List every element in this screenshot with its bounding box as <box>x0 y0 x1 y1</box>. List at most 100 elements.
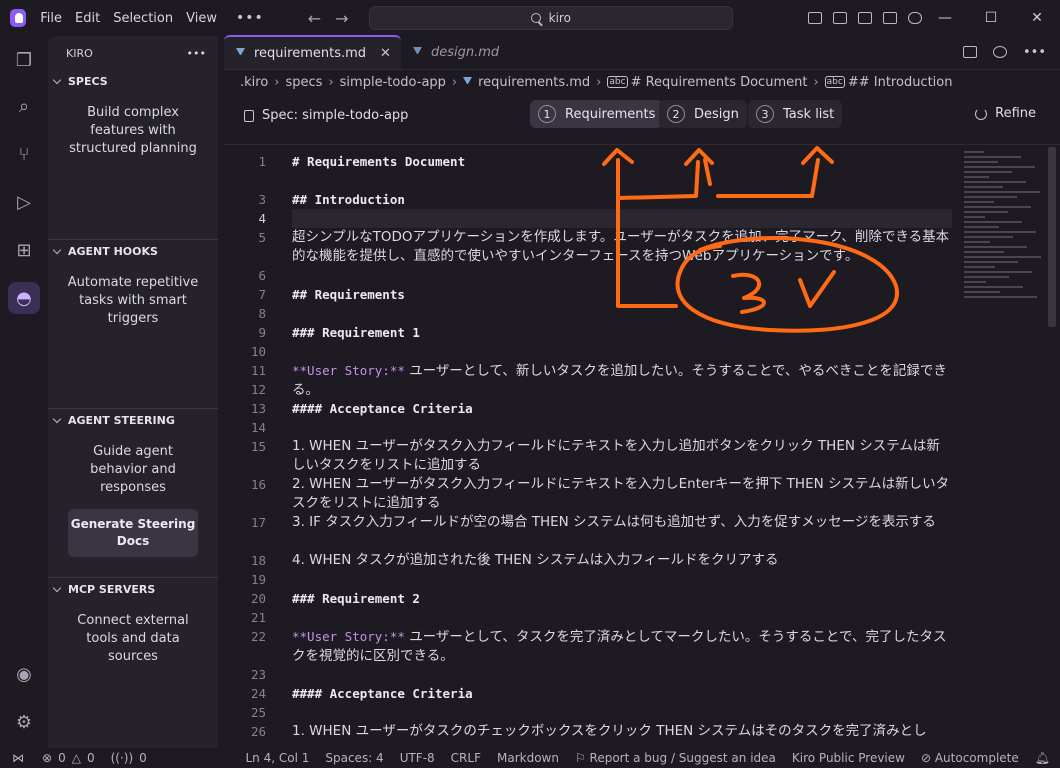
close-icon[interactable]: ✕ <box>380 46 391 61</box>
search-activity-icon[interactable]: ⌕ <box>12 94 36 118</box>
settings-gear-icon[interactable]: ⚙ <box>12 710 36 734</box>
window-controls: — ☐ ✕ <box>922 10 1060 26</box>
breadcrumb-item[interactable]: specs <box>286 75 323 90</box>
toggle-sidebar-icon[interactable] <box>833 12 847 24</box>
cursor-position[interactable]: Ln 4, Col 1 <box>246 751 310 765</box>
tab-requirements[interactable]: requirements.md ✕ <box>224 35 401 69</box>
source-control-icon[interactable]: ⑂ <box>12 142 36 166</box>
autocomplete-toggle[interactable]: ⊘ Autocomplete <box>921 751 1019 765</box>
line-number: 18 <box>250 553 266 568</box>
specs-section-header[interactable]: SPECS <box>48 70 218 92</box>
line-endings[interactable]: CRLF <box>451 751 481 765</box>
report-bug-link[interactable]: ⚐ Report a bug / Suggest an idea <box>575 751 776 765</box>
chat-icon[interactable] <box>908 12 922 24</box>
agent-hooks-section-header[interactable]: AGENT HOOKS <box>48 240 218 262</box>
maximize-button[interactable]: ☐ <box>968 10 1014 26</box>
toggle-panel-icon[interactable] <box>858 12 872 24</box>
code-line[interactable]: 18 4. WHEN タスクが追加された後 THEN システムは入力フィールドをク… <box>224 551 954 570</box>
command-center-search[interactable]: kiro <box>368 6 733 30</box>
warning-icon[interactable]: △ <box>72 751 81 765</box>
code-line[interactable] <box>224 171 954 190</box>
mcp-servers-description: Connect external tools and data sources <box>77 613 189 664</box>
code-line[interactable]: 12 <box>224 380 954 399</box>
breadcrumb: .kiro › specs › simple-todo-app › requireme… <box>240 74 953 90</box>
phase-tab-requirements[interactable]: 1 Requirements <box>530 100 664 128</box>
breadcrumb-item[interactable]: .kiro <box>240 75 268 90</box>
breadcrumb-item[interactable]: ## Introduction <box>848 75 953 90</box>
code-line-current[interactable]: 4 <box>224 209 954 228</box>
vertical-scrollbar[interactable] <box>1048 147 1056 327</box>
code-line[interactable]: 17 3. IF タスク入力フィールドが空の場合 THEN システムは何も追加せず… <box>224 513 954 551</box>
code-line[interactable]: 22 **User Story:** ユーザーとして、タスクを完了済みとしてマーク… <box>224 627 954 665</box>
notifications-icon[interactable]: 🔔︎ <box>1035 751 1050 765</box>
code-line[interactable]: 13 #### Acceptance Criteria <box>224 399 954 418</box>
code-line[interactable]: 14 <box>224 418 954 437</box>
menu-file[interactable]: File <box>40 11 62 26</box>
minimize-button[interactable]: — <box>922 10 968 26</box>
kiro-preview-label[interactable]: Kiro Public Preview <box>792 751 905 765</box>
refresh-icon <box>975 107 988 120</box>
more-actions-icon[interactable]: ••• <box>1023 45 1046 60</box>
phase-tab-design[interactable]: 2 Design <box>659 100 747 128</box>
code-line[interactable]: 3 ## Introduction <box>224 190 954 209</box>
code-editor[interactable]: 1 # Requirements Document 3 ## Introduction… <box>224 144 1060 748</box>
extensions-icon[interactable]: ⊞ <box>12 238 36 262</box>
menu-selection[interactable]: Selection <box>113 11 173 26</box>
code-line[interactable]: 19 <box>224 570 954 589</box>
indentation[interactable]: Spaces: 4 <box>325 751 383 765</box>
close-window-button[interactable]: ✕ <box>1014 10 1060 26</box>
breadcrumb-item[interactable]: # Requirements Document <box>631 75 808 90</box>
menu-view[interactable]: View <box>186 11 217 26</box>
forward-arrow-icon[interactable]: → <box>335 9 348 28</box>
code-line[interactable]: 7 ## Requirements <box>224 285 954 304</box>
mcp-servers-section-header[interactable]: MCP SERVERS <box>48 578 218 600</box>
code-line[interactable]: 16 2. WHEN ユーザーがタスク入力フィールドにテキストを入力しEnterキ… <box>224 475 954 513</box>
language-mode[interactable]: Markdown <box>497 751 559 765</box>
code-line[interactable]: 20 ### Requirement 2 <box>224 589 954 608</box>
breadcrumb-item[interactable]: simple-todo-app <box>340 75 446 90</box>
account-icon[interactable]: ◉ <box>12 662 36 686</box>
sidebar-more-icon[interactable]: ••• <box>187 47 206 60</box>
phase-tab-task-list[interactable]: 3 Task list <box>748 100 843 128</box>
code-line[interactable]: 23 <box>224 665 954 684</box>
open-preview-icon[interactable] <box>962 46 977 58</box>
minimap[interactable] <box>964 151 1044 301</box>
code-line[interactable]: 9 ### Requirement 1 <box>224 323 954 342</box>
code-line[interactable]: 1 # Requirements Document <box>224 152 954 171</box>
minimap-line <box>964 246 1027 248</box>
line-number: 11 <box>250 363 266 378</box>
breadcrumb-item[interactable]: requirements.md <box>478 75 590 90</box>
menu-edit[interactable]: Edit <box>75 11 100 26</box>
minimap-line <box>964 251 1004 253</box>
agent-steering-section-header[interactable]: AGENT STEERING <box>48 409 218 431</box>
code-line[interactable]: 24 #### Acceptance Criteria <box>224 684 954 703</box>
code-line[interactable]: 6 <box>224 266 954 285</box>
code-line[interactable]: 15 1. WHEN ユーザーがタスク入力フィールドにテキストを入力し追加ボタンを… <box>224 437 954 475</box>
refine-button[interactable]: Refine <box>975 106 1036 121</box>
toggle-secondary-sidebar-icon[interactable] <box>883 12 897 24</box>
menu-more-icon[interactable]: ••• <box>236 10 264 26</box>
split-editor-icon[interactable] <box>992 46 1007 58</box>
remote-icon[interactable]: ⋈ <box>12 751 24 765</box>
customize-layout-icon[interactable] <box>808 12 822 24</box>
code-line[interactable]: 21 <box>224 608 954 627</box>
back-arrow-icon[interactable]: ← <box>308 9 321 28</box>
kiro-ghost-icon[interactable]: ◓ <box>8 282 40 314</box>
code-line[interactable]: 11 **User Story:** ユーザーとして、新しいタスクを追加したい。そ… <box>224 361 954 398</box>
ports-icon[interactable]: ((·)) <box>111 751 134 765</box>
kiro-logo-icon <box>10 9 27 27</box>
line-number: 1 <box>258 154 266 169</box>
generate-steering-docs-button[interactable]: Generate Steering Docs <box>68 509 198 557</box>
line-content: ### Requirement 2 <box>292 591 420 606</box>
run-debug-icon[interactable]: ▷ <box>12 190 36 214</box>
code-line[interactable]: 5 超シンプルなTODOアプリケーションを作成します。ユーザーがタスクを追加、完了… <box>224 228 954 266</box>
code-line[interactable]: 8 <box>224 304 954 323</box>
code-line[interactable]: 10 <box>224 342 954 361</box>
code-line[interactable]: 26 1. WHEN ユーザーがタスクのチェックボックスをクリック THEN シス… <box>224 722 954 748</box>
ports-count: 0 <box>139 751 147 765</box>
explorer-icon[interactable]: ❐ <box>12 48 36 72</box>
tab-design[interactable]: design.md <box>401 35 527 69</box>
code-line[interactable]: 25 <box>224 703 954 722</box>
errors-icon[interactable]: ⊗ <box>42 751 52 765</box>
encoding[interactable]: UTF-8 <box>400 751 435 765</box>
